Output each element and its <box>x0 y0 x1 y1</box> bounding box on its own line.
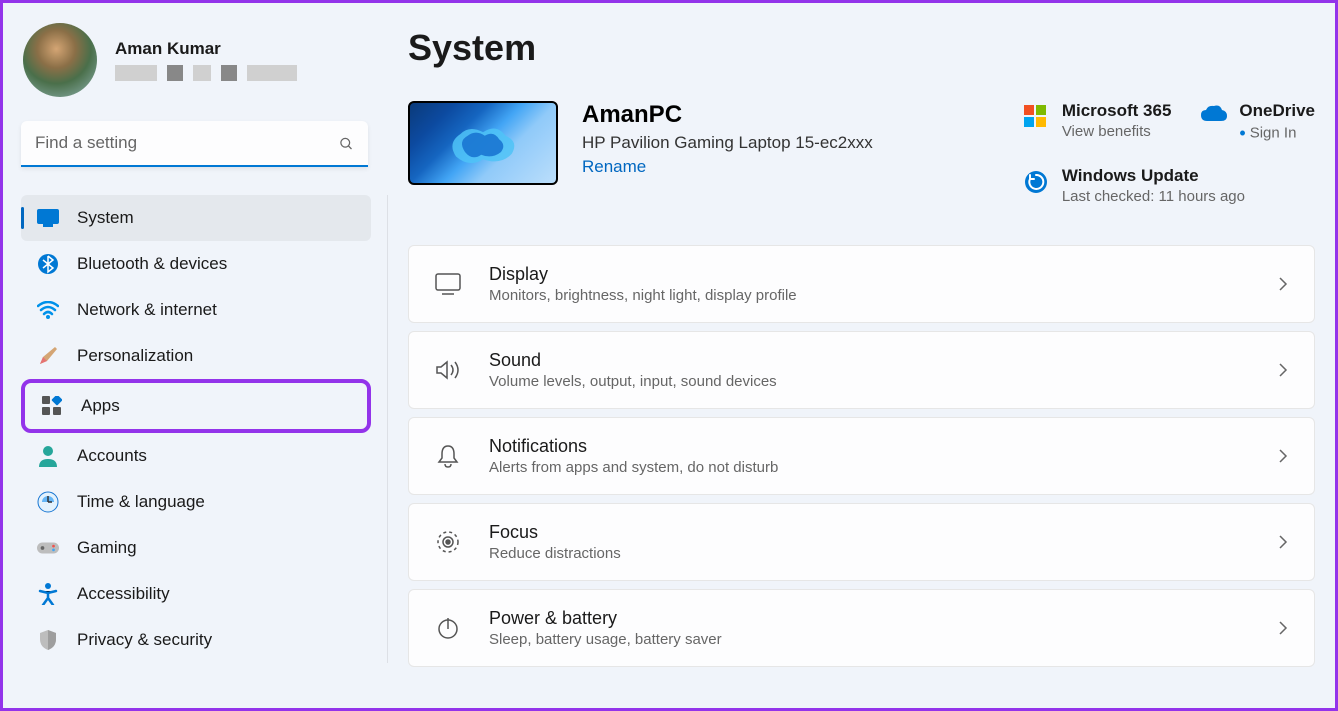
chevron-right-icon <box>1278 362 1288 378</box>
wifi-icon <box>37 299 59 321</box>
sidebar-item-privacy[interactable]: Privacy & security <box>21 617 371 663</box>
page-title: System <box>408 27 1315 69</box>
sidebar-item-bluetooth[interactable]: Bluetooth & devices <box>21 241 371 287</box>
gamepad-icon <box>37 537 59 559</box>
pc-thumbnail <box>408 101 558 185</box>
sidebar-item-accounts[interactable]: Accounts <box>21 433 371 479</box>
user-name: Aman Kumar <box>115 39 297 59</box>
onedrive-icon <box>1201 105 1225 129</box>
display-icon <box>435 271 461 297</box>
clock-icon <box>37 491 59 513</box>
rename-link[interactable]: Rename <box>582 157 1000 177</box>
user-email-redacted <box>115 65 297 81</box>
apps-icon <box>41 395 63 417</box>
sidebar-item-network[interactable]: Network & internet <box>21 287 371 333</box>
paintbrush-icon <box>37 345 59 367</box>
chevron-right-icon <box>1278 276 1288 292</box>
sidebar-item-label: Gaming <box>77 538 137 558</box>
search-icon <box>339 137 354 152</box>
system-icon <box>37 207 59 229</box>
power-icon <box>435 615 461 641</box>
sidebar-item-gaming[interactable]: Gaming <box>21 525 371 571</box>
microsoft365-icon <box>1024 105 1048 129</box>
settings-item-notifications[interactable]: Notifications Alerts from apps and syste… <box>408 417 1315 495</box>
accessibility-icon <box>37 583 59 605</box>
settings-item-display[interactable]: Display Monitors, brightness, night ligh… <box>408 245 1315 323</box>
settings-item-sound[interactable]: Sound Volume levels, output, input, soun… <box>408 331 1315 409</box>
sidebar-item-label: Privacy & security <box>77 630 212 650</box>
sidebar-item-apps[interactable]: Apps <box>21 379 371 433</box>
sidebar-item-label: System <box>77 208 134 228</box>
settings-item-power[interactable]: Power & battery Sleep, battery usage, ba… <box>408 589 1315 667</box>
pc-model: HP Pavilion Gaming Laptop 15-ec2xxx <box>582 133 1000 153</box>
settings-item-focus[interactable]: Focus Reduce distractions <box>408 503 1315 581</box>
quick-link-onedrive[interactable]: OneDrive •Sign In <box>1201 101 1315 144</box>
chevron-right-icon <box>1278 448 1288 464</box>
search-input[interactable] <box>21 121 368 167</box>
sound-icon <box>435 357 461 383</box>
sidebar-item-label: Accounts <box>77 446 147 466</box>
sidebar-item-personalization[interactable]: Personalization <box>21 333 371 379</box>
sidebar-item-time[interactable]: Time & language <box>21 479 371 525</box>
focus-icon <box>435 529 461 555</box>
sidebar-item-system[interactable]: System <box>21 195 371 241</box>
accounts-icon <box>37 445 59 467</box>
chevron-right-icon <box>1278 620 1288 636</box>
chevron-right-icon <box>1278 534 1288 550</box>
shield-icon <box>37 629 59 651</box>
update-icon <box>1024 170 1048 194</box>
sidebar-item-label: Accessibility <box>77 584 170 604</box>
quick-link-microsoft365[interactable]: Microsoft 365 View benefits <box>1024 101 1172 144</box>
sidebar-item-label: Network & internet <box>77 300 217 320</box>
sidebar-item-label: Personalization <box>77 346 193 366</box>
bluetooth-icon <box>37 253 59 275</box>
quick-link-windowsupdate[interactable]: Windows Update Last checked: 11 hours ag… <box>1024 166 1315 205</box>
avatar <box>23 23 97 97</box>
sidebar-item-label: Bluetooth & devices <box>77 254 227 274</box>
user-profile[interactable]: Aman Kumar <box>21 23 388 97</box>
bell-icon <box>435 443 461 469</box>
sidebar-item-accessibility[interactable]: Accessibility <box>21 571 371 617</box>
sidebar-item-label: Time & language <box>77 492 205 512</box>
sidebar-item-label: Apps <box>81 396 120 416</box>
pc-name: AmanPC <box>582 101 1000 129</box>
